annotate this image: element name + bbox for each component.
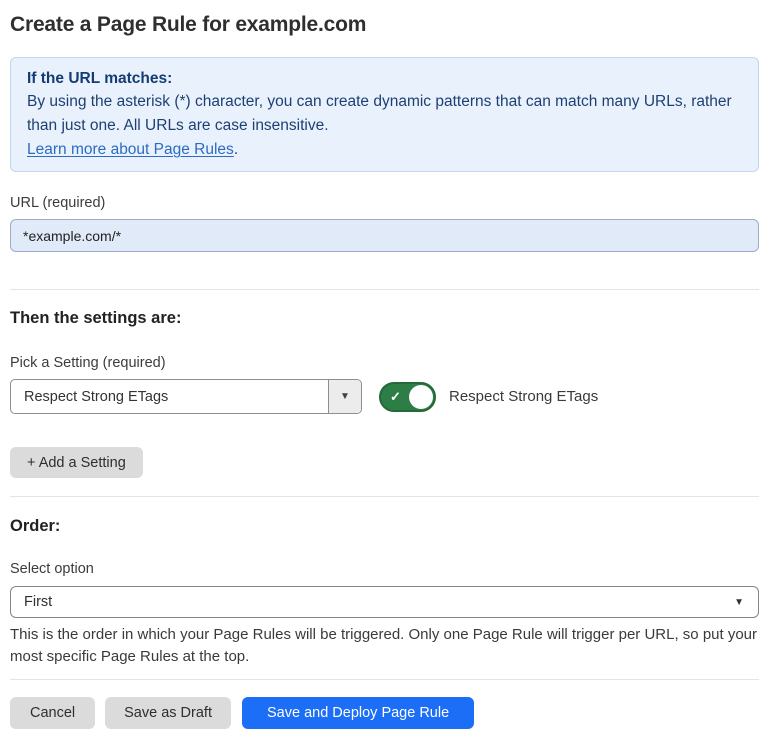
- url-match-info-box: If the URL matches: By using the asteris…: [10, 57, 759, 172]
- info-box-body: By using the asterisk (*) character, you…: [27, 90, 742, 138]
- order-select-label: Select option: [10, 561, 759, 577]
- setting-dropdown[interactable]: Respect Strong ETags ▼: [10, 379, 362, 414]
- setting-dropdown-value: Respect Strong ETags: [11, 380, 328, 413]
- pick-setting-label: Pick a Setting (required): [10, 355, 759, 371]
- info-box-heading: If the URL matches:: [27, 67, 742, 90]
- dropdown-arrow-icon[interactable]: ▼: [328, 380, 361, 413]
- save-and-deploy-button[interactable]: Save and Deploy Page Rule: [242, 697, 474, 729]
- link-period: .: [234, 141, 238, 158]
- toggle-label: Respect Strong ETags: [449, 388, 598, 405]
- url-input[interactable]: [10, 219, 759, 252]
- save-as-draft-button[interactable]: Save as Draft: [105, 697, 231, 729]
- info-box-link-line: Learn more about Page Rules.: [27, 138, 742, 161]
- divider: [10, 679, 759, 680]
- learn-more-link[interactable]: Learn more about Page Rules: [27, 141, 234, 158]
- order-help-text: This is the order in which your Page Rul…: [10, 624, 759, 667]
- respect-strong-etags-toggle[interactable]: ✓: [379, 382, 436, 412]
- page-title: Create a Page Rule for example.com: [10, 13, 759, 37]
- divider: [10, 289, 759, 290]
- footer-actions: Cancel Save as Draft Save and Deploy Pag…: [10, 697, 759, 729]
- toggle-group: ✓ Respect Strong ETags: [379, 382, 598, 412]
- divider: [10, 496, 759, 497]
- setting-row: Respect Strong ETags ▼ ✓ Respect Strong …: [10, 379, 759, 414]
- order-select[interactable]: First ▼: [10, 586, 759, 618]
- cancel-button[interactable]: Cancel: [10, 697, 95, 729]
- settings-section-heading: Then the settings are:: [10, 309, 759, 328]
- check-icon: ✓: [390, 390, 401, 403]
- add-setting-button[interactable]: + Add a Setting: [10, 447, 143, 478]
- chevron-down-icon: ▼: [734, 597, 744, 608]
- url-field-label: URL (required): [10, 195, 759, 211]
- toggle-knob: [409, 385, 433, 409]
- order-section-heading: Order:: [10, 517, 759, 536]
- order-select-value: First: [24, 594, 52, 610]
